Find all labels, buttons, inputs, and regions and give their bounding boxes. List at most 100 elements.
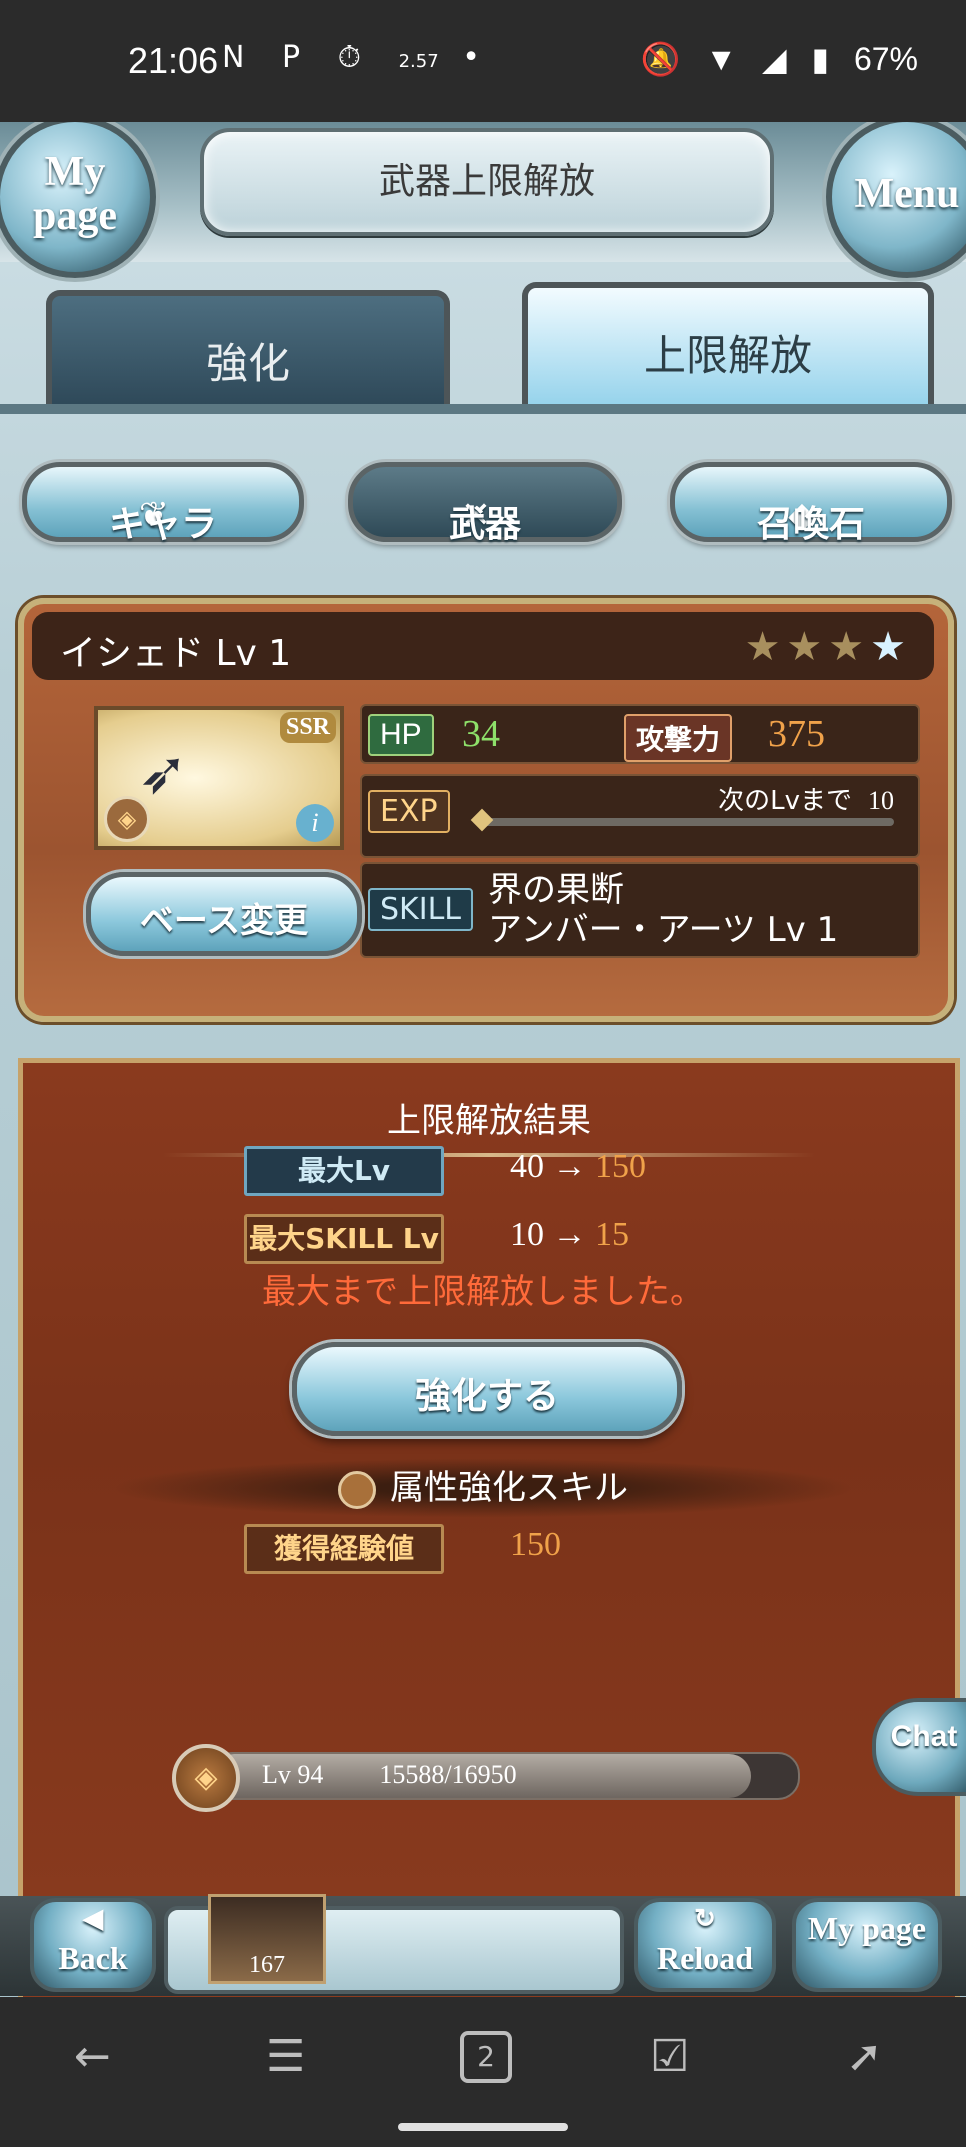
mypage-label: My page [33,149,117,239]
skill-label: SKILL [368,888,473,931]
exp-gained-value: 150 [510,1526,561,1563]
max-uncap-message: 最大まで上限解放しました。 [262,1272,704,1312]
p-icon: P [282,40,315,75]
next-lv-value: 10 [868,786,894,815]
next-lv-label: 次のLvまで [718,786,852,816]
category-summon-button[interactable]: ◆ 召喚石 [670,462,952,545]
checkbox-icon[interactable]: ☑ [650,2031,689,2082]
result-panel: 上限解放結果 [18,1058,960,1997]
skill-level: Lv 94 [262,1760,324,1789]
base-change-label: ベース変更 [139,901,309,941]
info-icon[interactable]: i [296,804,334,842]
skill-exp-progress: 15588/16950 [379,1760,517,1789]
menu-icon[interactable]: ☰ [266,2031,305,2082]
exp-gained-label: 獲得経験値 [244,1524,444,1574]
element-skill-icon: ◈ [172,1744,240,1812]
wifi-icon: ▼ [705,41,738,77]
uncap-stars: ★★★★ [745,624,912,670]
element-icon: ◈ [104,796,150,842]
exp-bar [470,808,894,832]
category-chara-label: キャラ [108,504,217,545]
tab-divider [0,404,966,414]
bow-icon: ➶ [138,738,189,808]
weapon-image[interactable]: SSR ➶ ◈ i [94,706,344,850]
reload-button[interactable]: ↻ Reload [634,1898,776,1992]
max-lv-from: 40 [510,1148,544,1185]
skill-text: 界の果断 アンバー・アーツ Lv 1 [488,870,838,950]
category-weapon-button[interactable]: ✕ 武器 [348,462,622,545]
max-lv-change: 40 → 150 [510,1148,646,1185]
home-indicator[interactable] [398,2123,568,2131]
max-skill-change: 10 → 15 [510,1216,629,1253]
signal-icon: ◢ [761,41,787,77]
mypage-button[interactable]: My page [0,122,156,278]
skill-row: SKILL 界の果断 アンバー・アーツ Lv 1 [360,862,920,958]
status-bar: 21:06 N P ⏱ 2.57 • 🔕 ▼ ◢ ▮ 67% [0,0,966,122]
atk-label: 攻撃力 [624,714,733,762]
mypage-bottom-label: My page [807,1910,927,1946]
next-lv: 次のLvまで 10 [718,780,894,817]
rarity-badge: SSR [279,712,336,743]
weapon-panel: イシェド Lv 1 ★★★★ SSR ➶ ◈ i HP 34 攻撃力 375 E… [18,598,954,1022]
exp-label: EXP [368,790,450,833]
tab-switcher-icon[interactable]: 2 [460,2031,512,2083]
category-weapon-label: 武器 [448,504,521,545]
item-slot-frame: 167 [164,1894,624,1994]
item-count: 167 [249,1952,285,1978]
item-ticket[interactable]: 167 [208,1894,326,1984]
chat-button[interactable]: Chat [872,1698,966,1796]
exp-row: EXP 次のLvまで 10 [360,774,920,858]
max-lv-label: 最大Lv [244,1146,444,1196]
battery-icon: ▮ [811,41,830,77]
system-icons: 🔕 ▼ ◢ ▮ 67% [625,40,918,78]
result-title: 上限解放結果 [387,1101,591,1141]
tab-limit-break[interactable]: 上限解放 [522,282,934,414]
page-title: 武器上限解放 [378,161,595,202]
max-lv-to: 150 [595,1148,646,1185]
skill-level-text: Lv 94 15588/16950 [262,1760,517,1790]
mypage-bottom-button[interactable]: My page [792,1898,942,1992]
element-icon [338,1470,376,1509]
tab-enhance-label: 強化 [205,339,290,388]
menu-button[interactable]: Menu [826,122,966,278]
max-skill-lv-label: 最大SKILL Lv [244,1214,444,1264]
game-screen: 武器上限解放 My page Menu 強化 上限解放 ❦ キャラ ✕ 武器 ◆ 召喚… [0,122,966,1997]
menu-label: Menu [854,171,960,217]
skill-level-bar: Lv 94 15588/16950 [210,1752,800,1800]
reload-label: Reload [657,1940,753,1976]
title-plate: 武器上限解放 [200,128,774,236]
star-icon: ★ [786,624,829,670]
alarm-icon: ⏱ [337,40,376,75]
atk-value: 375 [768,713,825,755]
enhance-button-label: 強化する [414,1376,559,1417]
hp-value: 34 [462,713,500,755]
star-icon: ★ [744,624,787,670]
dot-icon: • [462,40,494,75]
status-time: 21:06 [128,40,219,81]
enhance-button[interactable]: 強化する [292,1342,682,1436]
mute-icon: 🔕 [640,41,681,77]
base-change-button[interactable]: ベース変更 [86,872,362,956]
header: 武器上限解放 My page Menu [0,122,966,278]
back-arrow-icon: ◀ [83,1904,103,1933]
browser-nav-bar: ← ☰ 2 ☑ ➚ [0,1997,966,2147]
stats-row: HP 34 攻撃力 375 [360,704,920,764]
hp-label: HP [368,714,434,756]
weapon-name-bar: イシェド Lv 1 ★★★★ [32,612,934,680]
tab-limit-break-label: 上限解放 [643,331,812,380]
notification-icons: N P ⏱ 2.57 • [222,40,494,75]
battery-percent: 67% [853,41,918,77]
rocket-icon[interactable]: ➚ [846,2031,883,2082]
star-icon: ★ [828,624,871,670]
skill-name-2: アンバー・アーツ Lv 1 [488,910,839,950]
category-chara-button[interactable]: ❦ キャラ [22,462,304,545]
tab-enhance[interactable]: 強化 [46,290,450,414]
attr-skill-label: 属性強化スキル [390,1468,628,1508]
weapon-name: イシェド Lv 1 [60,633,292,674]
back-icon[interactable]: ← [74,2031,111,2082]
data-usage-icon: 2.57 [398,51,439,72]
back-button[interactable]: ◀ Back [30,1898,156,1992]
chat-label: Chat [890,1720,958,1753]
attr-skill-header: 属性強化スキル [110,1458,856,1518]
reload-icon: ↻ [694,1904,716,1933]
